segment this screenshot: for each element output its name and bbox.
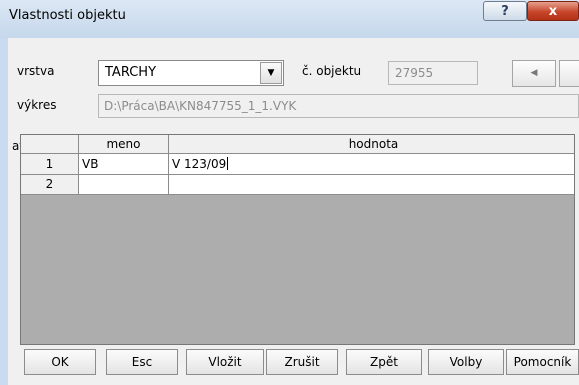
insert-button[interactable]: Vložit bbox=[186, 349, 264, 375]
help-button[interactable]: ? bbox=[483, 1, 527, 21]
row-header-2[interactable]: 2 bbox=[21, 175, 79, 195]
cell-hodnota-1[interactable]: V 123/09 bbox=[169, 154, 574, 175]
prev-object-button[interactable]: ◀ bbox=[512, 60, 556, 87]
esc-button[interactable]: Esc bbox=[106, 349, 178, 375]
column-header-hodnota[interactable]: hodnota bbox=[169, 135, 574, 154]
window-title: Vlastnosti objektu bbox=[9, 8, 126, 23]
vykres-label: výkres bbox=[17, 98, 57, 112]
text-cursor bbox=[227, 157, 229, 170]
arrow-left-icon: ◀ bbox=[530, 68, 538, 78]
vrstva-value: TARCHY bbox=[105, 65, 157, 80]
cell-meno-1[interactable]: VB bbox=[79, 154, 169, 175]
vykres-value: D:\Práca\BA\KN847755_1_1.VYK bbox=[104, 99, 297, 113]
dialog-window: Vlastnosti objektu ? x vrstva TARCHY ▼ č… bbox=[0, 0, 579, 385]
helper-button[interactable]: Pomocník bbox=[506, 349, 579, 375]
vrstva-select[interactable]: TARCHY ▼ bbox=[98, 60, 284, 86]
grid-corner bbox=[21, 135, 79, 154]
objekt-value: 27955 bbox=[395, 66, 434, 80]
objekt-label: č. objektu bbox=[302, 64, 362, 78]
button-bar: OK Esc Vložit Zrušit Zpět Volby Pomocník bbox=[20, 345, 579, 385]
back-button[interactable]: Zpět bbox=[346, 349, 422, 375]
ok-button[interactable]: OK bbox=[24, 349, 96, 375]
cell-hodnota-1-text: V 123/09 bbox=[172, 157, 227, 171]
chevron-down-icon[interactable]: ▼ bbox=[260, 62, 282, 84]
close-button[interactable]: x bbox=[527, 1, 579, 21]
objekt-field: 27955 bbox=[388, 61, 478, 85]
cell-meno-2[interactable] bbox=[79, 175, 169, 195]
cell-hodnota-2[interactable] bbox=[169, 175, 574, 195]
vrstva-label: vrstva bbox=[17, 64, 55, 78]
column-header-meno[interactable]: meno bbox=[79, 135, 169, 154]
attributes-grid[interactable]: meno hodnota 1 VB V 123/09 2 bbox=[20, 134, 575, 345]
title-bar[interactable]: Vlastnosti objektu ? x bbox=[0, 0, 579, 38]
next-object-button[interactable] bbox=[559, 60, 579, 87]
row-header-1[interactable]: 1 bbox=[21, 154, 79, 175]
vykres-field: D:\Práca\BA\KN847755_1_1.VYK bbox=[98, 94, 579, 118]
options-button[interactable]: Volby bbox=[428, 349, 504, 375]
delete-button[interactable]: Zrušit bbox=[266, 349, 338, 375]
